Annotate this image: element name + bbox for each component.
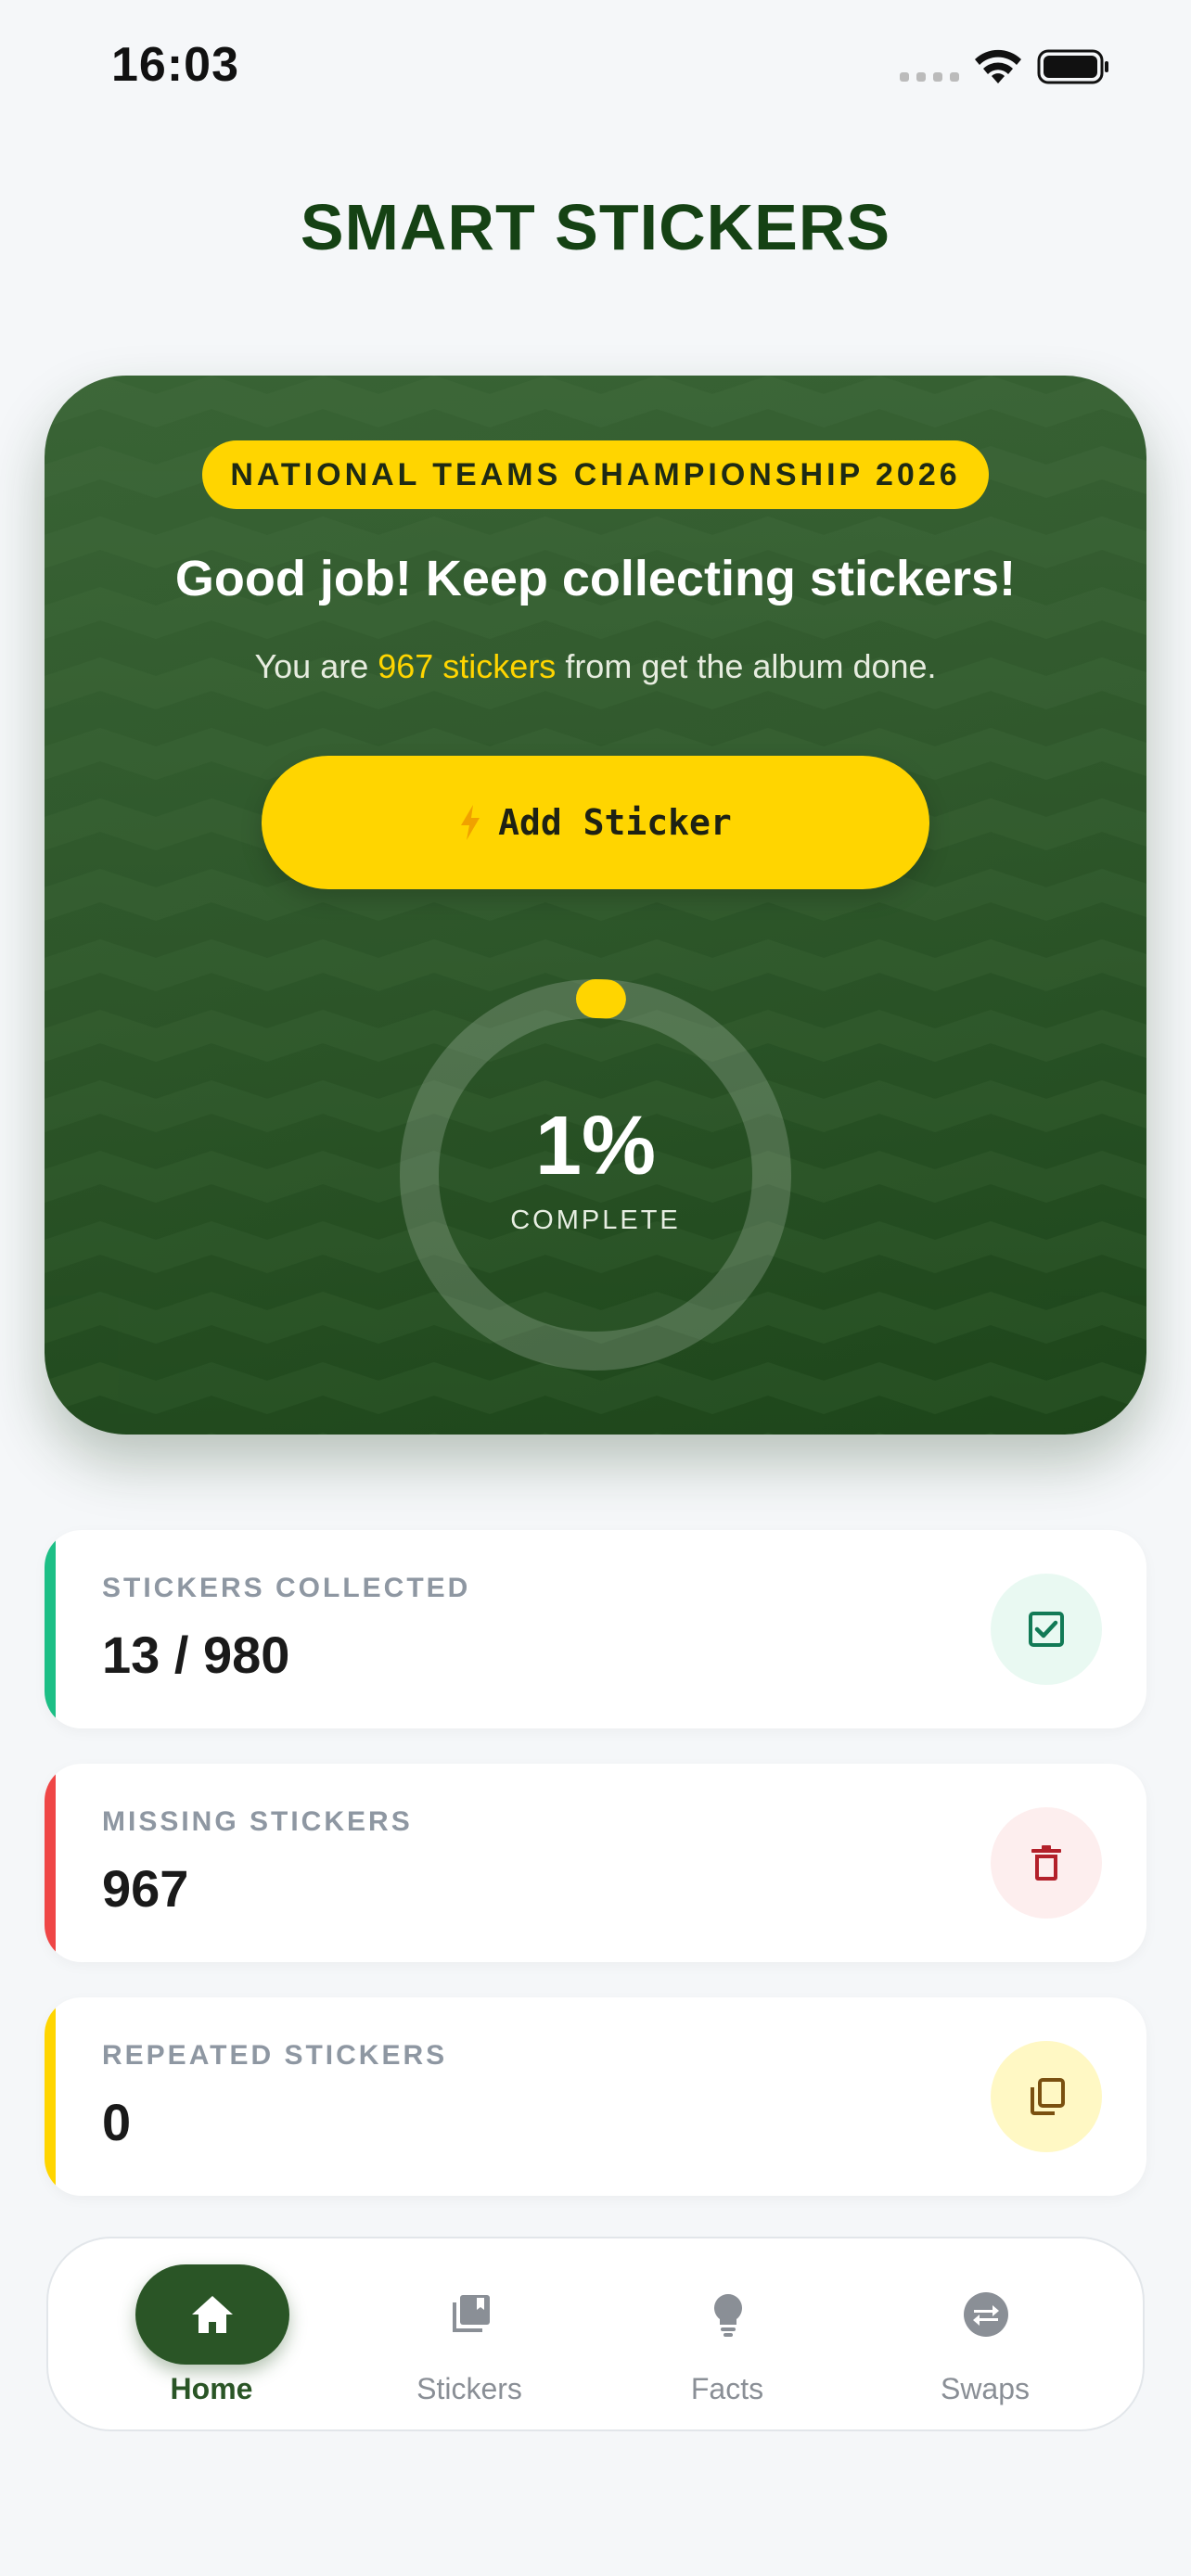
stat-label: REPEATED STICKERS xyxy=(102,2040,448,2071)
battery-icon xyxy=(1037,49,1108,84)
stat-card-repeated: REPEATED STICKERS 0 xyxy=(45,1997,1146,2196)
status-bar: 16:03 xyxy=(0,0,1191,139)
hero-subtitle: You are 967 stickers from get the album … xyxy=(254,647,937,685)
add-sticker-button[interactable]: Add Sticker xyxy=(262,756,929,889)
stat-label: MISSING STICKERS xyxy=(102,1806,413,1837)
championship-badge: NATIONAL TEAMS CHAMPIONSHIP 2026 xyxy=(202,440,989,509)
check-square-icon xyxy=(1029,1612,1064,1647)
nav-item-stickers[interactable]: Stickers xyxy=(367,2238,571,2433)
stat-label: STICKERS COLLECTED xyxy=(102,1573,471,1603)
album-icon xyxy=(453,2295,490,2332)
cellular-signal-icon xyxy=(900,72,959,82)
lightning-bolt-icon xyxy=(461,805,480,840)
stat-value: 0 xyxy=(102,2093,132,2151)
trash-icon xyxy=(1031,1845,1061,1881)
stat-icon-badge xyxy=(991,2041,1102,2152)
nav-item-home[interactable]: Home xyxy=(109,2238,314,2433)
add-sticker-label: Add Sticker xyxy=(498,802,732,843)
hero-headline: Good job! Keep collecting stickers! xyxy=(174,551,1017,606)
stat-accent-bar xyxy=(45,1530,56,1728)
app-title: SMART STICKERS xyxy=(300,191,891,263)
stat-icon-badge xyxy=(991,1574,1102,1685)
swap-icon xyxy=(964,2292,1008,2337)
nav-label-swaps: Swaps xyxy=(940,2372,1031,2405)
stat-accent-bar xyxy=(45,1997,56,2196)
nav-label-home: Home xyxy=(170,2372,253,2405)
stat-value: 967 xyxy=(102,1859,189,1918)
stat-accent-bar xyxy=(45,1764,56,1962)
stat-value: 13 / 980 xyxy=(102,1626,290,1684)
lightbulb-icon xyxy=(714,2294,742,2337)
stat-card-collected: STICKERS COLLECTED 13 / 980 xyxy=(45,1530,1146,1728)
nav-label-facts: Facts xyxy=(690,2372,764,2405)
home-icon xyxy=(192,2296,233,2333)
missing-count-highlight: 967 stickers xyxy=(378,647,557,685)
nav-item-swaps[interactable]: Swaps xyxy=(883,2238,1087,2433)
wifi-icon xyxy=(975,49,1021,83)
nav-item-facts[interactable]: Facts xyxy=(625,2238,829,2433)
copy-icon xyxy=(1031,2078,1065,2115)
stat-icon-badge xyxy=(991,1807,1102,1919)
hero-card: NATIONAL TEAMS CHAMPIONSHIP 2026 Good jo… xyxy=(45,376,1146,1435)
bottom-navigation: Home Stickers Facts Swaps xyxy=(46,2237,1145,2431)
progress-percent: 1% xyxy=(534,1100,657,1192)
progress-label: COMPLETE xyxy=(510,1205,681,1235)
nav-label-stickers: Stickers xyxy=(416,2372,522,2405)
stat-card-missing: MISSING STICKERS 967 xyxy=(45,1764,1146,1962)
status-time: 16:03 xyxy=(111,38,239,92)
